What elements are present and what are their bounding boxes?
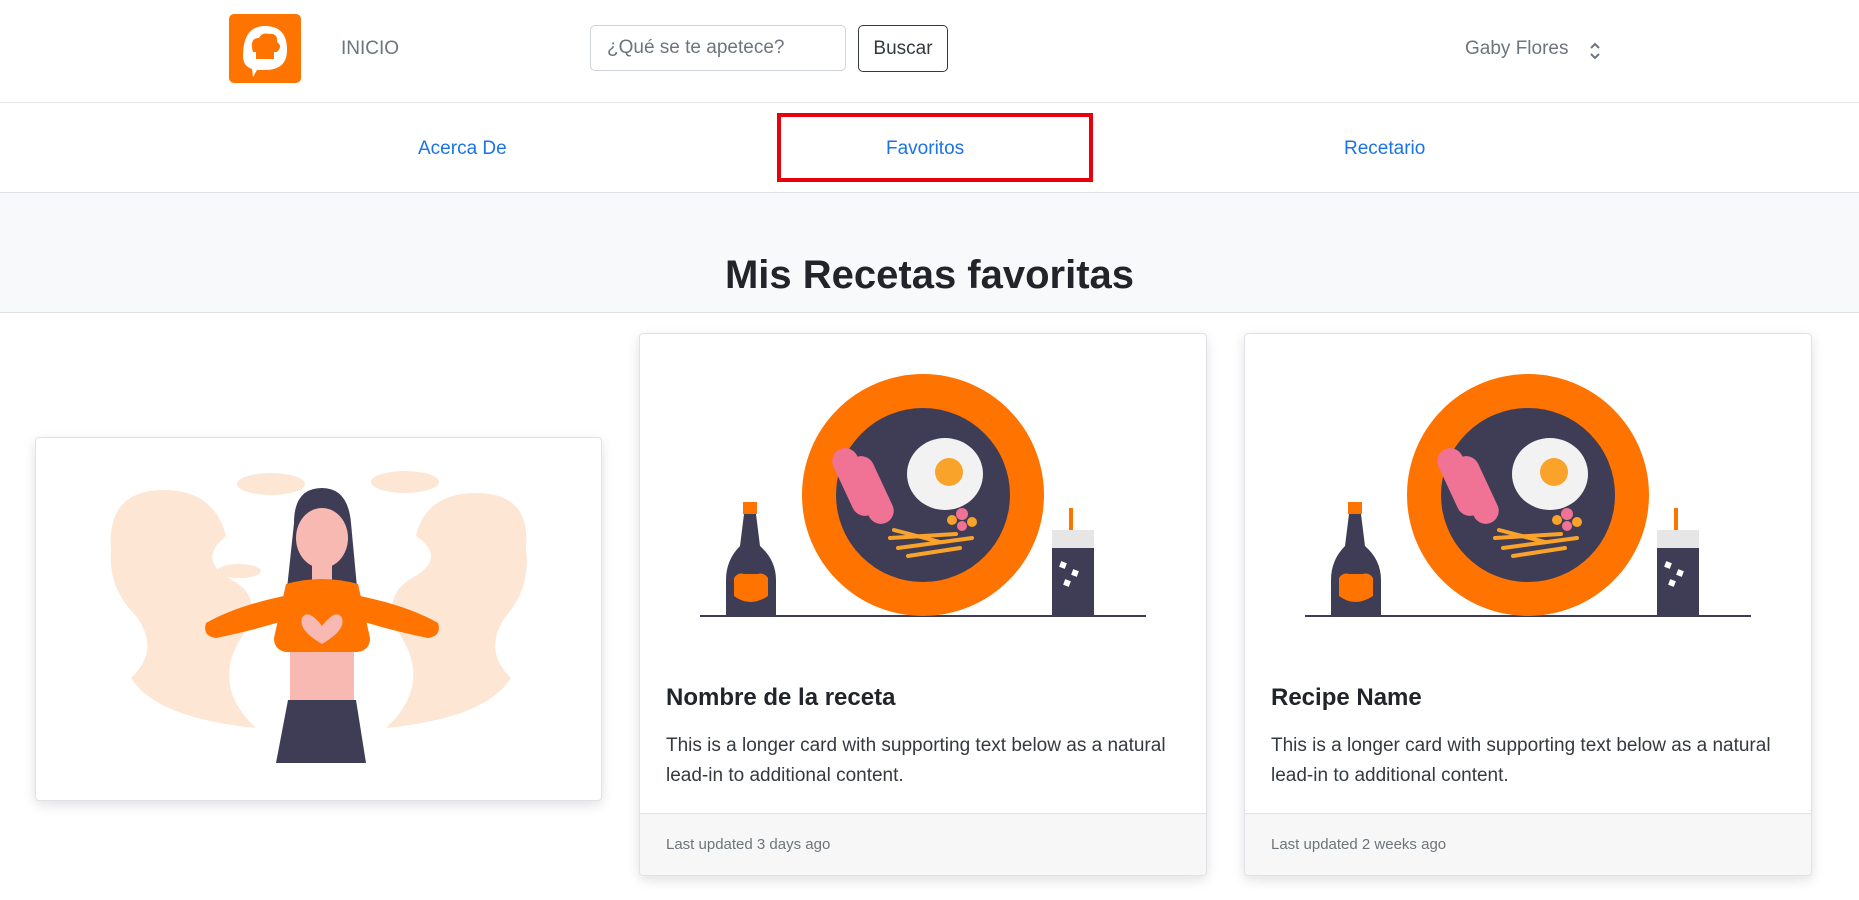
search-input[interactable] <box>590 25 846 71</box>
card-footer: Last updated 3 days ago <box>640 813 1206 875</box>
recipe-description: This is a longer card with supporting te… <box>666 735 1166 786</box>
illustration-card <box>35 437 602 801</box>
page-title: Mis Recetas favoritas <box>724 253 1135 297</box>
card-footer: Last updated 2 weeks ago <box>1245 813 1811 875</box>
last-updated: Last updated 2 weeks ago <box>1271 836 1447 853</box>
breakfast-plate-illustration <box>700 374 1146 617</box>
user-menu[interactable]: Gaby Flores <box>1465 38 1568 60</box>
top-navbar: INICIO Buscar Gaby Flores <box>0 0 1859 103</box>
heart-girl-illustration <box>110 471 527 763</box>
last-updated: Last updated 3 days ago <box>666 836 831 853</box>
search-button[interactable]: Buscar <box>858 25 948 72</box>
page-header: Mis Recetas favoritas <box>0 193 1859 313</box>
recipe-title: Recipe Name <box>1271 684 1422 711</box>
tab-acerca-de[interactable]: Acerca De <box>418 138 507 160</box>
chef-hat-chat-icon[interactable] <box>229 14 301 83</box>
recipe-title: Nombre de la receta <box>666 684 896 711</box>
chevron-updown-icon[interactable] <box>1588 40 1602 62</box>
recipe-card[interactable]: Recipe Name This is a longer card with s… <box>1244 333 1812 876</box>
tab-recetario[interactable]: Recetario <box>1344 138 1425 160</box>
breakfast-plate-illustration <box>1305 374 1751 617</box>
recipe-description: This is a longer card with supporting te… <box>1271 735 1771 786</box>
recipe-card[interactable]: Nombre de la receta This is a longer car… <box>639 333 1207 876</box>
favoritos-highlight-box <box>777 113 1093 182</box>
home-link[interactable]: INICIO <box>341 38 399 60</box>
